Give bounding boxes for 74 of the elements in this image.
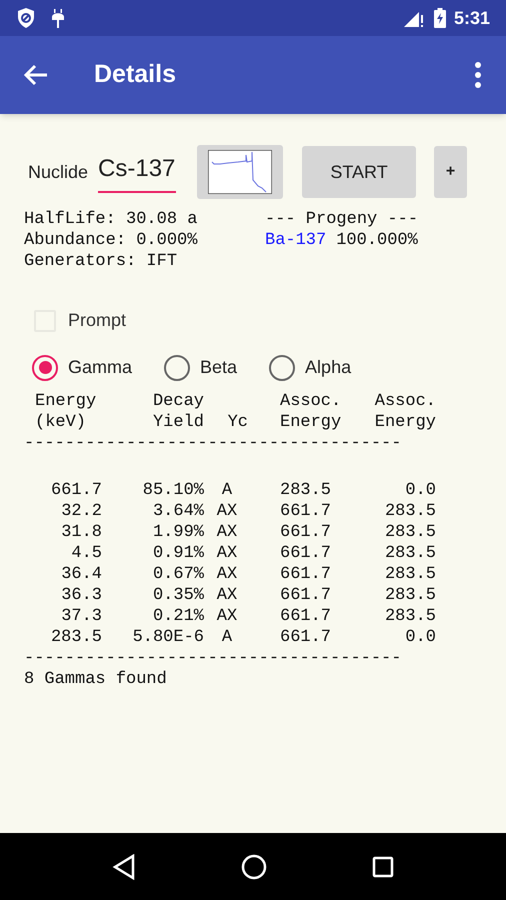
table-cell-text: 661.7 <box>279 606 332 627</box>
column-header: Yc <box>226 412 249 433</box>
table-cell-text: 5.80E-6 <box>132 627 204 648</box>
table-cell-text: 661.7 <box>279 564 332 585</box>
table-cell-text: 1.99% <box>152 522 204 543</box>
table-cell-text: 0.67% <box>152 564 204 585</box>
column-header: Energy (keV) <box>34 391 98 433</box>
battery-icon <box>434 8 446 28</box>
radio-icon[interactable] <box>32 354 58 380</box>
progeny-heading: --- Progeny --- <box>265 209 418 230</box>
column-header: Decay Yield <box>152 391 204 433</box>
table-cell-text: 283.5 <box>279 480 332 501</box>
column-header: Assoc. Energy <box>279 391 340 433</box>
progeny-link[interactable]: Ba-137 <box>265 230 326 251</box>
table-cell-text: 661.7 <box>279 522 332 543</box>
table-cell-text: 283.5 <box>50 627 102 648</box>
spectrum-thumbnail-button[interactable] <box>197 145 284 199</box>
table-cell-text: 32.2 <box>60 501 102 522</box>
table-cell-text: 36.4 <box>60 564 102 585</box>
table-cell-text: 283.5 <box>384 606 436 627</box>
table-cell-text: 31.8 <box>60 522 102 543</box>
table-cell-text: 661.7 <box>50 480 102 501</box>
table-cell-text: AX <box>216 543 238 564</box>
table-cell-text: 0.0 <box>404 480 436 501</box>
prompt-label: Prompt <box>68 309 126 332</box>
nuclide-label: Nuclide <box>28 160 88 184</box>
table-cell-text: 283.5 <box>384 522 436 543</box>
radio-icon[interactable] <box>269 354 296 380</box>
nuclide-property: Abundance: 0.000% <box>24 230 198 251</box>
table-cell-text: 661.7 <box>279 627 332 648</box>
divider-dashes: ------------------------------------- <box>24 648 402 669</box>
table-cell-text: 283.5 <box>384 543 436 564</box>
back-arrow-icon <box>23 63 49 87</box>
back-nav-button[interactable] <box>112 854 136 880</box>
recents-button[interactable] <box>372 856 394 878</box>
radio-icon[interactable] <box>164 354 190 380</box>
table-cell-text: 0.0 <box>404 627 436 648</box>
table-cell-text: AX <box>216 606 238 627</box>
nuclide-property: Generators: IFT <box>24 251 178 272</box>
table-cell-text: 283.5 <box>384 585 436 606</box>
start-button[interactable]: START <box>302 146 416 198</box>
table-cell-text: A <box>220 627 234 648</box>
table-cell-text: A <box>220 480 234 501</box>
table-cell-text: AX <box>216 585 238 606</box>
table-cell-text: AX <box>216 522 238 543</box>
progeny-share: 100.000% <box>336 230 418 251</box>
clock: 5:31 <box>454 6 490 30</box>
table-cell-text: 36.3 <box>60 585 102 606</box>
table-cell-text: AX <box>216 501 238 522</box>
table-cell-text: 3.64% <box>152 501 204 522</box>
table-cell-text: 283.5 <box>384 501 436 522</box>
nuclide-field[interactable]: Cs-137 <box>98 151 176 193</box>
table-cell-text: 4.5 <box>70 543 102 564</box>
table-cell-text: 661.7 <box>279 543 332 564</box>
radio-option[interactable]: Beta <box>164 354 238 381</box>
table-cell-text: 0.91% <box>152 543 204 564</box>
column-header: Assoc. Energy <box>374 391 436 433</box>
table-cell-text: 0.21% <box>152 606 204 627</box>
nuclide-property: HalfLife: 30.08 a <box>24 209 198 230</box>
table-cell-text: 37.3 <box>60 606 102 627</box>
home-button[interactable] <box>240 854 267 880</box>
table-cell-text: 0.35% <box>152 585 204 606</box>
summary-text: 8 Gammas found <box>24 669 168 690</box>
radio-option[interactable]: Gamma <box>32 354 132 381</box>
table-cell-text: AX <box>216 564 238 585</box>
add-button[interactable]: + <box>434 146 468 198</box>
shield-icon <box>16 7 36 29</box>
table-cell-text: 661.7 <box>279 501 332 522</box>
radio-option[interactable]: Alpha <box>269 354 352 381</box>
divider-dashes: ------------------------------------- <box>24 433 402 454</box>
app-bar-title: Details <box>94 59 176 90</box>
table-cell-text: 85.10% <box>142 480 204 501</box>
table-cell-text: 283.5 <box>384 564 436 585</box>
table-cell-text: 661.7 <box>279 585 332 606</box>
